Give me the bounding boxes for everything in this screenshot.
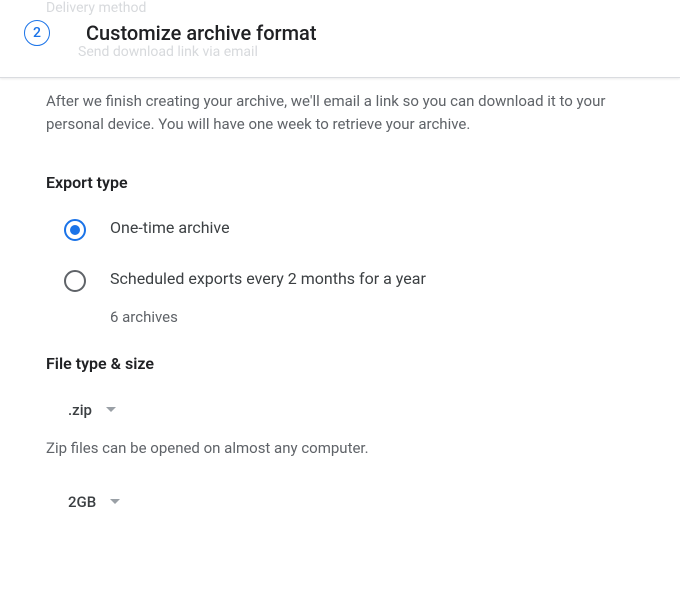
step-number-badge: 2 — [24, 20, 50, 46]
radio-text-wrap: One-time archive — [110, 218, 230, 237]
export-type-title: Export type — [46, 173, 634, 192]
step-header: Delivery method 2 Customize archive form… — [0, 0, 680, 78]
radio-text-wrap: Scheduled exports every 2 months for a y… — [110, 269, 426, 326]
description-text: After we finish creating your archive, w… — [46, 90, 626, 137]
radio-label: One-time archive — [110, 218, 230, 237]
filetype-helper-text: Zip files can be opened on almost any co… — [46, 439, 634, 457]
chevron-down-icon — [106, 407, 116, 412]
file-type-size-title: File type & size — [46, 354, 634, 373]
prev-section-value: Send download link via email — [78, 44, 258, 60]
filesize-value: 2GB — [68, 493, 96, 511]
step-row: 2 Customize archive format — [24, 20, 317, 46]
radio-icon — [64, 219, 86, 241]
filetype-dropdown[interactable]: .zip — [60, 395, 124, 425]
radio-scheduled-exports[interactable]: Scheduled exports every 2 months for a y… — [46, 269, 634, 326]
radio-icon — [64, 270, 86, 292]
radio-one-time-archive[interactable]: One-time archive — [46, 218, 634, 241]
prev-section-label: Delivery method — [46, 0, 146, 16]
filesize-dropdown[interactable]: 2GB — [60, 487, 128, 517]
radio-label: Scheduled exports every 2 months for a y… — [110, 269, 426, 288]
filetype-value: .zip — [68, 401, 92, 419]
chevron-down-icon — [110, 499, 120, 504]
step-title: Customize archive format — [86, 21, 317, 45]
content-area: After we finish creating your archive, w… — [0, 78, 680, 517]
radio-sublabel: 6 archives — [110, 308, 426, 326]
